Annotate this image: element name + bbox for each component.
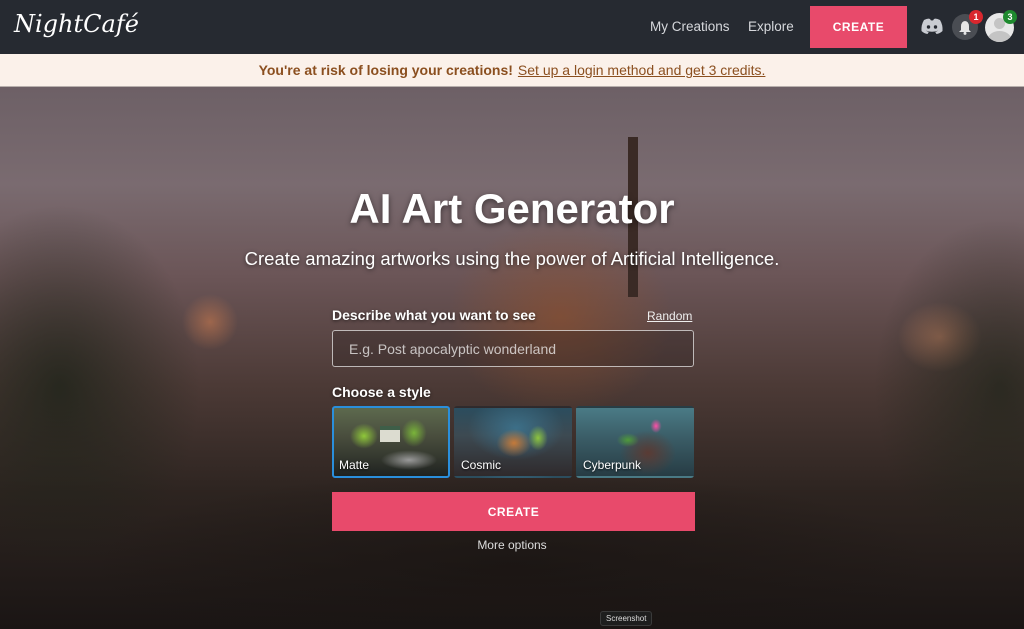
style-thumbnail-house: [380, 426, 400, 442]
discord-icon[interactable]: [920, 17, 944, 35]
setup-login-link[interactable]: Set up a login method and get 3 credits.: [518, 62, 766, 78]
nav-my-creations[interactable]: My Creations: [650, 19, 730, 34]
notification-count-badge: 1: [969, 10, 983, 24]
prompt-label: Describe what you want to see: [332, 307, 536, 323]
nav-explore[interactable]: Explore: [748, 19, 794, 34]
style-option-label: Cosmic: [461, 458, 502, 472]
style-label: Choose a style: [332, 384, 431, 400]
style-option-cyberpunk[interactable]: Cyberpunk: [576, 406, 694, 478]
random-prompt-link[interactable]: Random: [647, 309, 692, 323]
style-picker: Matte Cosmic Cyberpunk: [332, 406, 695, 478]
style-option-matte[interactable]: Matte: [332, 406, 450, 478]
screenshot-tooltip: Screenshot: [600, 611, 653, 626]
header-create-button[interactable]: CREATE: [810, 6, 907, 48]
profile-badge: 3: [1003, 10, 1017, 24]
top-nav-bar: NightCafé My Creations Explore CREATE 1 …: [0, 0, 1024, 54]
page-title: AI Art Generator: [349, 185, 675, 232]
nightcafe-logo[interactable]: NightCafé: [14, 10, 139, 38]
avatar-body-shape: [988, 31, 1011, 42]
banner-warning-text: You're at risk of losing your creations!: [258, 62, 513, 78]
page-subtitle: Create amazing artworks using the power …: [244, 248, 780, 269]
hero-section: AI Art Generator Create amazing artworks…: [0, 87, 1024, 629]
style-option-label: Cyberpunk: [583, 458, 642, 472]
style-option-label: Matte: [339, 458, 370, 472]
prompt-input[interactable]: [332, 330, 694, 367]
style-option-cosmic[interactable]: Cosmic: [454, 406, 572, 478]
more-options-link[interactable]: More options: [0, 538, 1024, 552]
login-warning-banner: You're at risk of losing your creations!…: [0, 54, 1024, 87]
create-button[interactable]: CREATE: [332, 492, 695, 531]
